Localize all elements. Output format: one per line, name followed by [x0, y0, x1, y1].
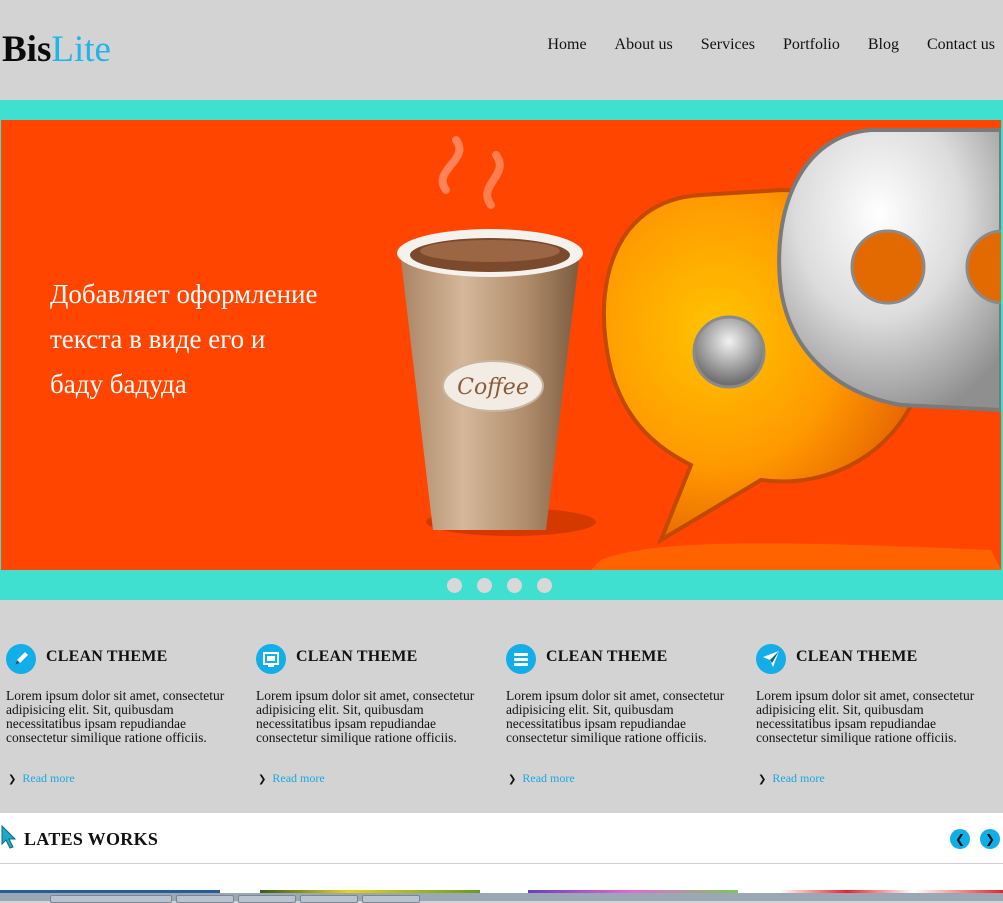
read-more-label: Read more [522, 771, 575, 785]
slide-headline: Добавляет оформление текста в виде его и… [50, 272, 380, 407]
feature-text: Lorem ipsum dolor sit amet, consectetur … [756, 688, 975, 745]
slide-headline-line: Добавляет оформление [50, 279, 318, 309]
taskbar [0, 893, 1003, 903]
taskbar-item[interactable] [362, 895, 420, 903]
list-icon [506, 644, 536, 674]
feature-title: CLEAN THEME [46, 648, 168, 665]
logo-light: Lite [51, 29, 111, 70]
read-more-label: Read more [22, 771, 75, 785]
read-more-link[interactable]: ❯ Read more [258, 771, 325, 786]
slide-headline-line: баду бадуда [50, 369, 187, 399]
chevron-right-icon: ❯ [258, 774, 267, 785]
screen-icon [256, 644, 286, 674]
read-more-link[interactable]: ❯ Read more [8, 771, 75, 786]
slider-dot[interactable] [447, 578, 462, 593]
features-section: CLEAN THEME Lorem ipsum dolor sit amet, … [0, 600, 1003, 813]
read-more-link[interactable]: ❯ Read more [758, 771, 825, 786]
nav-blog[interactable]: Blog [854, 35, 913, 55]
taskbar-item[interactable] [300, 895, 358, 903]
nav-contact-us[interactable]: Contact us [913, 35, 995, 55]
taskbar-item[interactable] [238, 895, 296, 903]
nav-about-us[interactable]: About us [601, 35, 687, 55]
cup-label: Coffee [457, 375, 529, 400]
slide-headline-line: текста в виде его и [50, 324, 266, 354]
feature-title: CLEAN THEME [546, 648, 668, 665]
cursor-icon [1, 825, 17, 849]
slider-dot[interactable] [507, 578, 522, 593]
paper-plane-icon [756, 644, 786, 674]
nav-portfolio[interactable]: Portfolio [769, 35, 854, 55]
slide: Coffee Добавляет оформление текста в вид… [1, 120, 1001, 570]
slider-dot[interactable] [477, 578, 492, 593]
feature-title: CLEAN THEME [296, 648, 418, 665]
site-header: BisLite Home About us Services Portfolio… [0, 0, 1003, 100]
slider-pagination [447, 578, 552, 593]
pencil-icon [6, 644, 36, 674]
divider [0, 863, 1003, 864]
taskbar-item[interactable] [50, 895, 172, 903]
chevron-right-icon[interactable]: ❯ [980, 829, 1000, 849]
logo-bold: Bis [2, 29, 52, 70]
feature-text: Lorem ipsum dolor sit amet, consectetur … [256, 688, 475, 745]
feature-text: Lorem ipsum dolor sit amet, consectetur … [506, 688, 725, 745]
latest-works-title: LATES WORKS [24, 829, 159, 849]
slider-dot[interactable] [537, 578, 552, 593]
main-nav: Home About us Services Portfolio Blog Co… [533, 35, 995, 55]
slider: Coffee Добавляет оформление текста в вид… [0, 100, 1003, 600]
logo[interactable]: BisLite [2, 28, 111, 72]
read-more-link[interactable]: ❯ Read more [508, 771, 575, 786]
chevron-right-icon: ❯ [508, 774, 517, 785]
chevron-left-icon[interactable]: ❮ [950, 829, 970, 849]
feature-text: Lorem ipsum dolor sit amet, consectetur … [6, 688, 225, 745]
chevron-right-icon: ❯ [758, 774, 767, 785]
chevron-right-icon: ❯ [8, 774, 17, 785]
read-more-label: Read more [772, 771, 825, 785]
taskbar-item[interactable] [176, 895, 234, 903]
read-more-label: Read more [272, 771, 325, 785]
nav-home[interactable]: Home [533, 35, 600, 55]
nav-services[interactable]: Services [687, 35, 769, 55]
feature-title: CLEAN THEME [796, 648, 918, 665]
latest-works-section: LATES WORKS ❮ ❯ [0, 813, 1003, 903]
